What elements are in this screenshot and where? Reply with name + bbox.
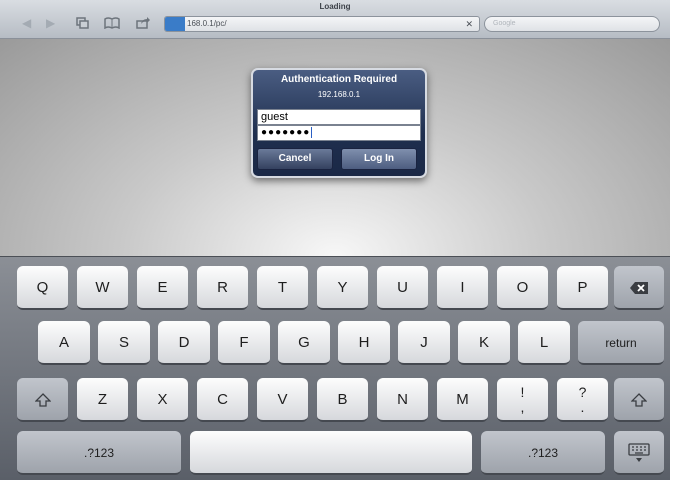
key-y[interactable]: Y — [317, 266, 368, 310]
username-field[interactable]: guest — [257, 109, 421, 125]
key-w[interactable]: W — [77, 266, 128, 310]
key-l[interactable]: L — [518, 321, 570, 365]
key-e[interactable]: E — [137, 266, 188, 310]
address-bar[interactable]: 168.0.1/pc/ ✕ — [164, 16, 480, 32]
key-h[interactable]: H — [338, 321, 390, 365]
key-v[interactable]: V — [257, 378, 308, 422]
username-value: guest — [261, 111, 288, 123]
share-icon[interactable] — [136, 17, 150, 31]
key-x[interactable]: X — [137, 378, 188, 422]
key-c[interactable]: C — [197, 378, 248, 422]
password-field[interactable]: ●●●●●●● — [257, 125, 421, 141]
key-question-period[interactable]: ? . — [557, 378, 608, 422]
shift-icon — [630, 393, 648, 407]
search-field[interactable]: Google — [484, 16, 660, 32]
key-n[interactable]: N — [377, 378, 428, 422]
key-j[interactable]: J — [398, 321, 450, 365]
numbers-key-right[interactable]: .?123 — [481, 431, 605, 475]
hide-keyboard-key[interactable] — [614, 431, 664, 475]
cancel-button[interactable]: Cancel — [257, 148, 333, 170]
dialog-title: Authentication Required — [280, 74, 398, 85]
on-screen-keyboard: Q W E R T Y U I O P A S D F G H J K L re… — [0, 256, 670, 480]
backspace-key[interactable] — [614, 266, 664, 310]
key-b[interactable]: B — [317, 378, 368, 422]
backspace-icon — [630, 282, 648, 295]
key-r[interactable]: R — [197, 266, 248, 310]
search-placeholder: Google — [493, 20, 516, 27]
return-key[interactable]: return — [578, 321, 664, 365]
key-p[interactable]: P — [557, 266, 608, 310]
back-icon[interactable]: ◀ — [22, 17, 31, 29]
key-i[interactable]: I — [437, 266, 488, 310]
key-f[interactable]: F — [218, 321, 270, 365]
key-m[interactable]: M — [437, 378, 488, 422]
text-caret — [311, 126, 313, 138]
dialog-host: 192.168.0.1 — [317, 90, 361, 99]
shift-key-right[interactable] — [614, 378, 664, 422]
loading-progress — [165, 17, 185, 31]
space-bar[interactable] — [190, 431, 472, 475]
key-z[interactable]: Z — [77, 378, 128, 422]
key-o[interactable]: O — [497, 266, 548, 310]
key-comma-label: , — [520, 399, 525, 415]
shift-icon — [33, 393, 52, 407]
page-title: Loading — [319, 2, 351, 11]
login-button[interactable]: Log In — [341, 148, 417, 170]
key-k[interactable]: K — [458, 321, 510, 365]
key-d[interactable]: D — [158, 321, 210, 365]
url-text: 168.0.1/pc/ — [187, 19, 227, 28]
bookmarks-icon[interactable] — [104, 17, 120, 31]
key-exclaim-comma[interactable]: ! , — [497, 378, 548, 422]
key-u[interactable]: U — [377, 266, 428, 310]
key-a[interactable]: A — [38, 321, 90, 365]
key-g[interactable]: G — [278, 321, 330, 365]
key-period-label: . — [580, 399, 585, 415]
stop-icon[interactable]: ✕ — [465, 19, 473, 30]
key-exclaim-label: ! — [520, 384, 525, 400]
password-value: ●●●●●●● — [261, 127, 311, 138]
numbers-key-left[interactable]: .?123 — [17, 431, 181, 475]
key-s[interactable]: S — [98, 321, 150, 365]
auth-dialog: Authentication Required 192.168.0.1 gues… — [251, 68, 427, 178]
browser-toolbar: Loading ◀ ▶ 168.0.1/pc/ ✕ Google — [0, 0, 670, 39]
keyboard-hide-icon — [628, 443, 650, 463]
shift-key-left[interactable] — [17, 378, 68, 422]
key-q[interactable]: Q — [17, 266, 68, 310]
key-question-label: ? — [578, 384, 587, 400]
key-t[interactable]: T — [257, 266, 308, 310]
tabs-icon[interactable] — [76, 17, 89, 31]
forward-icon[interactable]: ▶ — [46, 17, 55, 29]
